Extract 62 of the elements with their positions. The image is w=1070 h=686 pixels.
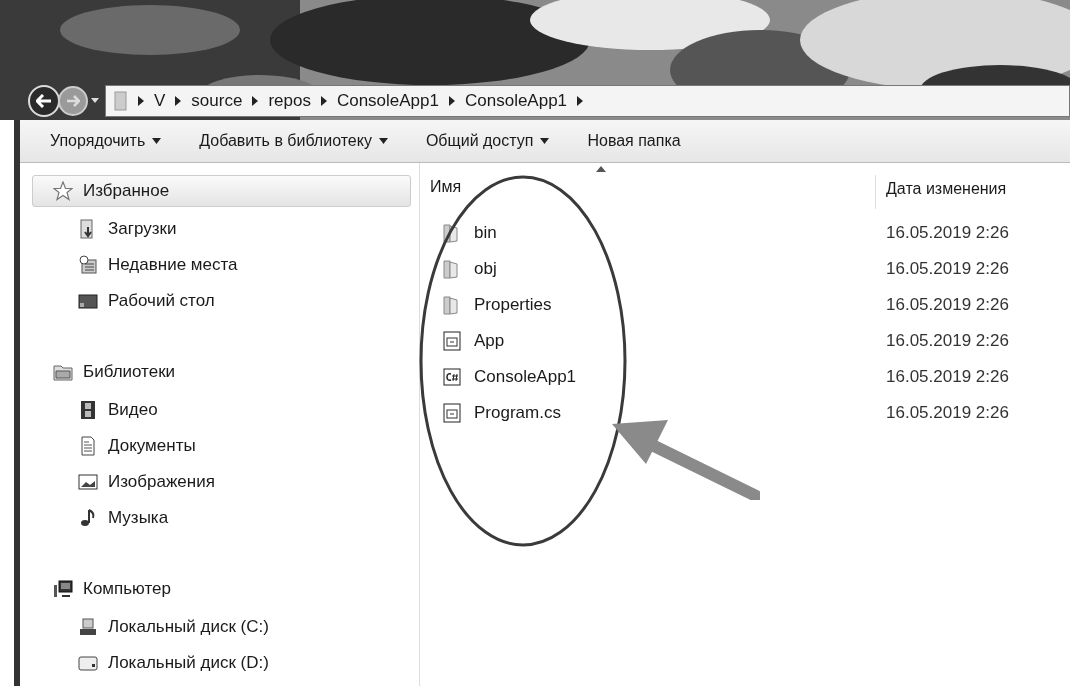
toolbar-button[interactable]: Добавить в библиотеку bbox=[199, 129, 388, 153]
table-cell-text: 16.05.2019 2:26 bbox=[885, 258, 1009, 281]
film-icon bbox=[78, 400, 98, 420]
sidebar-item[interactable]: Загрузки bbox=[32, 211, 411, 247]
sidebar-item[interactable]: Видео bbox=[32, 392, 411, 428]
desktop-icon bbox=[78, 291, 98, 311]
toolbar-button[interactable]: Упорядочить bbox=[50, 129, 162, 153]
file-row[interactable]: bin bbox=[420, 220, 875, 246]
project-file-icon bbox=[442, 367, 462, 387]
sort-indicator-icon bbox=[596, 166, 606, 172]
breadcrumb[interactable]: V bbox=[154, 88, 166, 114]
caret-icon bbox=[152, 138, 162, 144]
sidebar-item[interactable]: Изображения bbox=[32, 464, 411, 500]
breadcrumb[interactable]: ConsoleApp1 bbox=[465, 88, 568, 114]
library-icon bbox=[53, 362, 73, 382]
breadcrumb-separator-icon bbox=[175, 96, 182, 106]
picture-icon bbox=[78, 472, 98, 492]
column-header[interactable]: Дата изменения bbox=[875, 175, 1007, 209]
column-header[interactable]: Имя bbox=[420, 175, 875, 199]
table-cell-text: 16.05.2019 2:26 bbox=[885, 330, 1009, 353]
file-row[interactable]: ConsoleApp1 bbox=[420, 364, 875, 390]
file-row[interactable]: Program.cs bbox=[420, 400, 875, 426]
sidebar-item[interactable]: Локальный диск (D:) bbox=[32, 645, 411, 681]
sidebar-item[interactable]: Музыка bbox=[32, 500, 411, 536]
sidebar-item[interactable]: Рабочий стол bbox=[32, 283, 411, 319]
sidebar-item[interactable]: Библиотеки bbox=[32, 356, 411, 388]
toolbar-button[interactable]: Новая папка bbox=[587, 129, 681, 153]
sidebar-item[interactable]: Локальный диск (C:) bbox=[32, 609, 411, 645]
breadcrumb[interactable]: source bbox=[191, 88, 243, 114]
back-arrow-icon bbox=[36, 94, 52, 108]
table-cell-text: 16.05.2019 2:26 bbox=[885, 222, 1009, 245]
folder-icon bbox=[114, 91, 128, 111]
breadcrumb-separator-icon bbox=[577, 96, 584, 106]
table-cell-text: 16.05.2019 2:26 bbox=[885, 366, 1009, 389]
file-row[interactable]: Properties bbox=[420, 292, 875, 318]
breadcrumb[interactable]: ConsoleApp1 bbox=[336, 88, 439, 114]
computer-icon bbox=[53, 579, 73, 599]
toolbar-button[interactable]: Общий доступ bbox=[425, 129, 550, 153]
sidebar-item[interactable]: Документы bbox=[32, 428, 411, 464]
table-cell-text: 16.05.2019 2:26 bbox=[885, 402, 1009, 425]
file-row[interactable]: obj bbox=[420, 256, 875, 282]
sidebar-item[interactable]: Избранное bbox=[32, 175, 411, 207]
file-icon bbox=[442, 403, 462, 423]
caret-icon bbox=[540, 138, 550, 144]
sidebar-item[interactable]: Компьютер bbox=[32, 573, 411, 605]
breadcrumb-separator-icon bbox=[252, 96, 259, 106]
sidebar-item[interactable]: Недавние места bbox=[32, 247, 411, 283]
table-cell-text: 16.05.2019 2:26 bbox=[885, 294, 1009, 317]
star-icon bbox=[53, 181, 73, 201]
file-row[interactable]: App bbox=[420, 328, 875, 354]
forward-arrow-icon bbox=[66, 95, 80, 107]
file-icon bbox=[442, 331, 462, 351]
history-dropdown-icon[interactable] bbox=[91, 98, 99, 104]
drive-icon bbox=[78, 653, 98, 673]
address-bar[interactable]: V source repos ConsoleApp1 ConsoleApp1 bbox=[105, 85, 1070, 117]
breadcrumb-separator-icon bbox=[138, 96, 144, 106]
breadcrumb-separator-icon bbox=[449, 96, 455, 106]
breadcrumb[interactable]: repos bbox=[268, 88, 311, 114]
system-drive-icon bbox=[78, 617, 98, 637]
recent-places-icon bbox=[78, 255, 98, 275]
document-icon bbox=[78, 436, 98, 456]
caret-icon bbox=[378, 138, 388, 144]
